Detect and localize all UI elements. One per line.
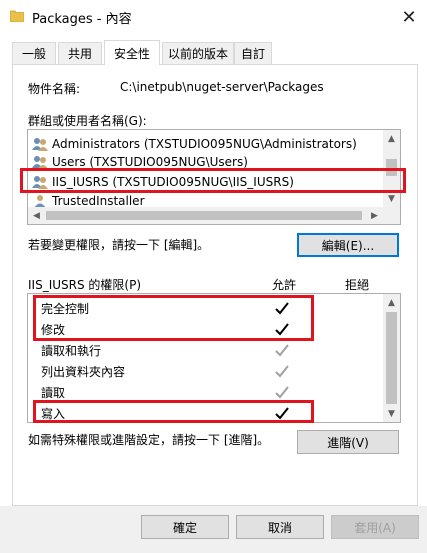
scroll-thumb[interactable] [386,312,397,404]
ok-button-label: 確定 [172,520,197,535]
ok-button[interactable]: 確定 [141,515,229,539]
advanced-button[interactable]: 進階(V) [297,430,399,454]
highlight-full-control-modify [33,295,314,341]
permission-name: 讀取和執行 [41,344,102,358]
user-icon [34,194,46,208]
allow-check-inherited-icon [275,344,289,357]
permission-name: 讀取 [41,386,66,400]
users-group-icon [32,155,48,169]
edit-hint: 若要變更權限，請按一下 [編輯]。 [28,238,210,252]
permissions-title: IIS_IUSRS 的權限(P) [28,278,142,292]
tab-label: 共用 [67,47,92,61]
tab-label: 一般 [21,47,46,61]
title-bar: Packages - 內容 ✕ [0,0,427,34]
permission-name: 列出資料夾內容 [41,365,126,379]
users-group-icon [32,137,48,151]
allow-check-inherited-icon [275,386,289,399]
tab-label: 以前的版本 [167,47,228,61]
close-button[interactable]: ✕ [392,2,426,32]
cancel-button-label: 取消 [267,520,292,535]
tab-sharing[interactable]: 共用 [58,42,102,64]
tab-label: 自訂 [240,47,265,61]
edit-button-label: 編輯(E)... [321,238,375,253]
allow-check-inherited-icon [275,365,289,378]
tab-security[interactable]: 安全性 [104,40,160,65]
close-icon: ✕ [401,6,417,28]
groups-horizontal-scrollbar[interactable]: ◀ ▶ [28,207,400,224]
apply-button[interactable]: 套用(A) [331,515,419,539]
advanced-hint: 如需特殊權限或進階設定，請按一下 [進階]。 [28,433,270,447]
tab-customize[interactable]: 自訂 [234,42,272,64]
list-item[interactable]: Administrators (TXSTUDIO095NUG\Administr… [32,134,357,153]
highlight-selected-group [20,168,406,193]
highlight-write [33,400,314,423]
object-name-value: C:\inetpub\nuget-server\Packages [120,80,324,94]
object-name-label: 物件名稱: [28,82,81,96]
cancel-button[interactable]: 取消 [236,515,324,539]
tab-label: 安全性 [113,46,150,61]
groups-label: 群組或使用者名稱(G): [28,114,147,128]
scroll-down-icon[interactable]: ▼ [383,405,400,422]
advanced-button-label: 進階(V) [327,435,369,450]
permissions-scrollbar[interactable]: ▲ ▼ [383,294,400,422]
scroll-thumb[interactable] [46,211,362,220]
folder-icon [10,10,24,22]
list-item-label: TrustedInstaller [52,193,145,208]
list-item-label: Administrators (TXSTUDIO095NUG\Administr… [52,136,357,151]
scroll-left-icon[interactable]: ◀ [28,207,45,224]
deny-header: 拒絕 [345,278,370,292]
list-item-label: Users (TXSTUDIO095NUG\Users) [52,154,248,169]
scroll-up-icon[interactable]: ▲ [383,294,400,311]
apply-button-label: 套用(A) [354,520,396,535]
scroll-up-icon[interactable]: ▲ [383,130,400,147]
allow-header: 允許 [272,278,297,292]
tab-previous-versions[interactable]: 以前的版本 [162,42,234,64]
window-title: Packages - 內容 [32,12,132,27]
tab-general[interactable]: 一般 [12,42,56,64]
edit-button[interactable]: 編輯(E)... [297,233,399,257]
tab-strip: 一般 共用 安全性 以前的版本 自訂 [12,40,418,65]
scroll-right-icon[interactable]: ▶ [366,207,383,224]
